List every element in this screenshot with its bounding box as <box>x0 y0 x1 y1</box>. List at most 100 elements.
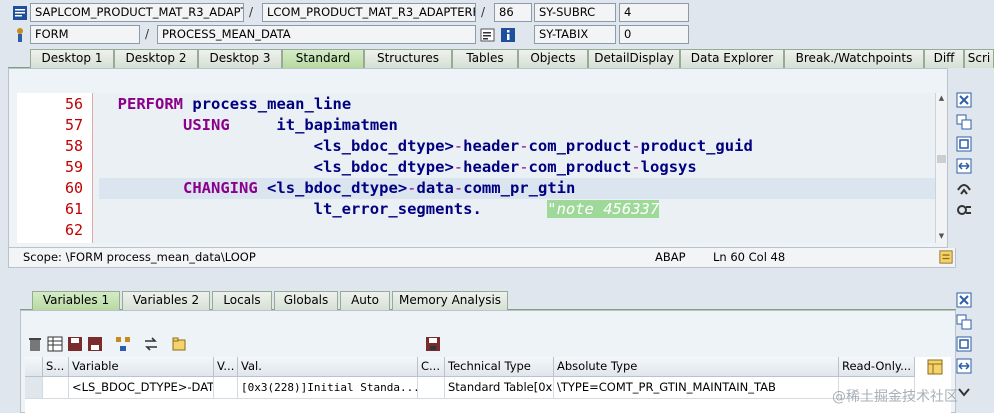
cursor-position: Ln 60 Col 48 <box>713 250 786 264</box>
code-line: <ls_bdoc_dtype>-header-com_product-produ… <box>99 136 935 157</box>
grid-cell-value[interactable]: [0x3(228)]Initial Standa... <box>238 377 418 399</box>
separator: / <box>145 27 150 41</box>
tab-auto[interactable]: Auto <box>340 291 390 310</box>
code-comment: "note 456337 <box>547 200 660 218</box>
event-info-row: FORM / PROCESS_MEAN_DATA SY-TABIX 0 <box>0 24 994 46</box>
line-number: 59 <box>64 158 83 176</box>
tab-standard[interactable]: Standard <box>282 49 364 68</box>
separator: / <box>249 5 254 19</box>
info-icon[interactable] <box>500 27 516 43</box>
hierarchy-icon[interactable] <box>115 336 131 352</box>
event-type-field[interactable]: FORM <box>30 25 140 44</box>
grid-header-absolute-type[interactable]: Absolute Type <box>554 357 839 377</box>
grid-header-change[interactable]: C... <box>418 357 445 377</box>
grid-header-variable[interactable]: Variable <box>69 357 214 377</box>
code-vertical-scrollbar[interactable]: ▲ ▼ <box>935 93 947 243</box>
code-line: PERFORM process_mean_line <box>99 94 935 115</box>
code-text: process_mean_line <box>192 95 352 113</box>
tab-breakpoints-watchpoints[interactable]: Break./Watchpoints <box>784 49 924 68</box>
tab-structures[interactable]: Structures <box>364 49 452 68</box>
layout-settings-icon[interactable] <box>927 359 943 375</box>
code-text: <ls_bdoc_dtype>-header-com_product-logsy… <box>313 158 697 176</box>
system-variable-value-2[interactable]: 0 <box>619 25 689 44</box>
grid-header-value-indicator[interactable]: V... <box>214 357 238 377</box>
tab-desktop-3[interactable]: Desktop 3 <box>198 49 282 68</box>
system-variable-name-2[interactable]: SY-TABIX <box>534 25 616 44</box>
tab-objects[interactable]: Objects <box>518 49 588 68</box>
scroll-down-icon[interactable] <box>956 384 972 400</box>
tab-desktop-1[interactable]: Desktop 1 <box>30 49 114 68</box>
save-icon[interactable] <box>425 336 441 352</box>
split-window-icon[interactable] <box>956 114 972 130</box>
folder-icon[interactable] <box>171 336 187 352</box>
close-icon[interactable] <box>956 292 972 308</box>
grid-cell-variable[interactable]: <LS_BDOC_DTYPE>-DAT... <box>69 377 214 399</box>
scroll-thumb[interactable] <box>937 155 946 163</box>
row-selector[interactable] <box>25 377 43 399</box>
line-number: 62 <box>64 221 83 239</box>
delete-icon[interactable] <box>27 336 43 352</box>
scroll-up-icon[interactable]: ▲ <box>937 93 946 103</box>
grid-header-read-only[interactable]: Read-Only... <box>839 357 915 377</box>
maximize-icon[interactable] <box>956 336 972 352</box>
step-icon[interactable] <box>956 180 972 196</box>
tab-script[interactable]: Scri <box>964 49 994 68</box>
grid-header-technical-type[interactable]: Technical Type <box>445 357 554 377</box>
note-icon[interactable] <box>939 250 953 264</box>
include-name-field[interactable]: LCOM_PRODUCT_MAT_R3_ADAPTERF13 <box>262 3 476 22</box>
line-number: 58 <box>64 137 83 155</box>
grid-select-header[interactable] <box>25 357 43 377</box>
grid-header-status[interactable]: S... <box>43 357 69 377</box>
grid-cell[interactable] <box>214 377 238 399</box>
code-operator: - <box>631 137 641 155</box>
tab-variables-1[interactable]: Variables 1 <box>32 291 120 310</box>
split-window-icon[interactable] <box>956 314 972 330</box>
code-text: <ls_bdoc_dtype>-data-comm_pr_gtin <box>267 179 576 197</box>
transfer-icon[interactable] <box>143 336 159 352</box>
code-keyword: PERFORM <box>117 95 183 113</box>
table-view-icon[interactable] <box>47 336 63 352</box>
code-operator: - <box>453 179 464 197</box>
resize-horizontal-icon[interactable] <box>956 358 972 374</box>
event-name-field[interactable]: PROCESS_MEAN_DATA <box>157 25 476 44</box>
tab-desktop-2[interactable]: Desktop 2 <box>114 49 198 68</box>
program-name-field[interactable]: SAPLCOM_PRODUCT_MAT_R3_ADAPTER <box>30 3 244 22</box>
scope-label: Scope: \FORM process_mean_data\LOOP <box>23 250 256 264</box>
close-icon[interactable] <box>956 92 972 108</box>
tab-locals[interactable]: Locals <box>212 291 272 310</box>
code-operator: - <box>631 158 641 176</box>
code-editor[interactable]: 56 57 58 59 60 61 62 PERFORM process_mea… <box>17 93 935 243</box>
grid-header-value[interactable]: Val. <box>238 357 418 377</box>
tab-detail-display[interactable]: DetailDisplay <box>588 49 680 68</box>
save-variables-icon[interactable] <box>67 336 83 352</box>
line-number: 57 <box>64 116 83 134</box>
resize-horizontal-icon[interactable] <box>956 158 972 174</box>
language-label: ABAP <box>655 250 686 264</box>
source-code-icon[interactable] <box>480 27 496 43</box>
grid-cell-absolute-type[interactable]: \TYPE=COMT_PR_GTIN_MAINTAIN_TAB <box>554 377 839 399</box>
tab-variables-2[interactable]: Variables 2 <box>122 291 210 310</box>
system-variable-value-1[interactable]: 4 <box>619 3 689 22</box>
grid-cell[interactable] <box>43 377 69 399</box>
tab-globals[interactable]: Globals <box>274 291 338 310</box>
tab-diff[interactable]: Diff <box>924 49 964 68</box>
tab-tables[interactable]: Tables <box>452 49 518 68</box>
grid-cell[interactable] <box>418 377 445 399</box>
code-operator: - <box>407 179 417 197</box>
grid-cell-technical-type[interactable]: Standard Table[0x... <box>445 377 554 399</box>
tab-memory-analysis[interactable]: Memory Analysis <box>392 291 508 310</box>
editor-status-bar: Scope: \FORM process_mean_data\LOOP ABAP… <box>8 248 956 268</box>
system-variable-name-1[interactable]: SY-SUBRC <box>534 3 616 22</box>
program-icon <box>13 6 27 20</box>
variables-tabstrip: Variables 1 Variables 2 Locals Globals A… <box>20 290 956 310</box>
code-operator: - <box>453 137 464 155</box>
maximize-icon[interactable] <box>956 136 972 152</box>
settings-icon[interactable] <box>956 202 972 218</box>
tab-data-explorer[interactable]: Data Explorer <box>680 49 784 68</box>
scroll-down-icon[interactable]: ▼ <box>937 231 946 241</box>
line-number-field[interactable]: 86 <box>494 3 532 22</box>
load-variables-icon[interactable] <box>87 336 103 352</box>
